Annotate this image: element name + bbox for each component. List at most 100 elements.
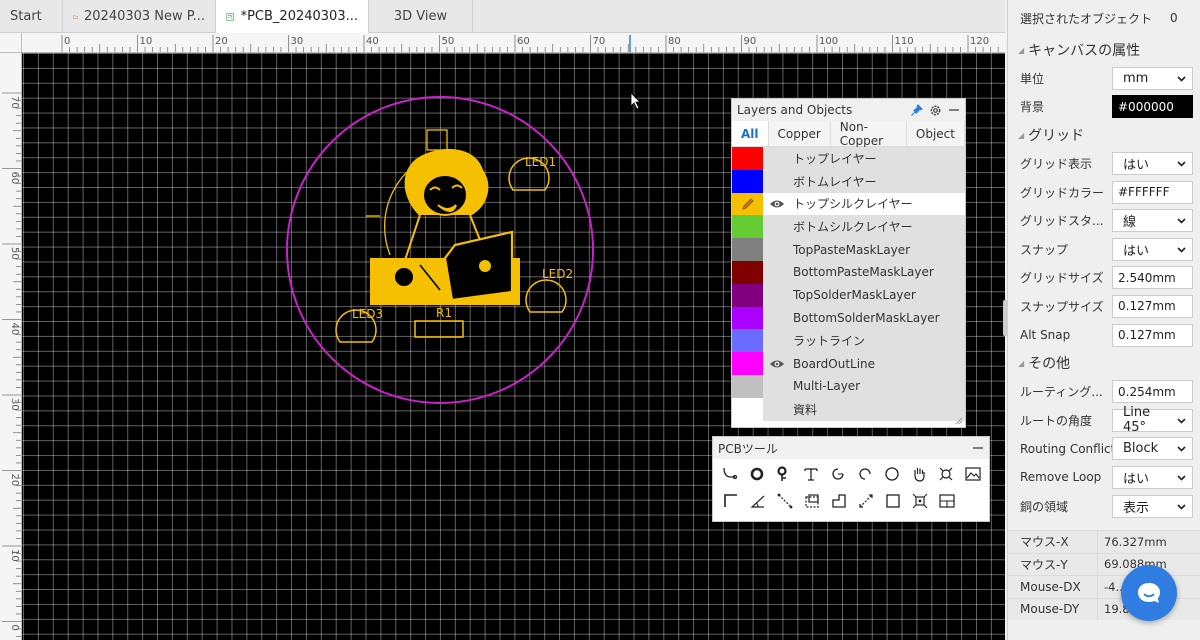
image-tool-button[interactable] xyxy=(962,462,983,486)
layer-visibility-toggle[interactable] xyxy=(763,147,791,170)
unit-select[interactable]: mm xyxy=(1112,66,1193,90)
copper-area-tool-button[interactable] xyxy=(801,489,822,513)
layer-row[interactable]: TopPasteMaskLayer xyxy=(732,238,965,261)
solid-region-tool-button[interactable] xyxy=(828,489,849,513)
layer-row[interactable]: BoardOutLine xyxy=(732,352,965,375)
via-tool-button[interactable] xyxy=(774,462,795,486)
layer-row[interactable]: トップシルクレイヤー xyxy=(732,192,965,216)
collapse-triangle-icon: ◢ xyxy=(1018,358,1025,368)
minimize-icon[interactable] xyxy=(972,442,984,454)
layer-color-swatch[interactable] xyxy=(732,215,763,239)
grid-style-select[interactable]: 線 xyxy=(1112,209,1193,233)
layer-visibility-toggle[interactable] xyxy=(763,375,791,398)
prop-label: Alt Snap xyxy=(1020,328,1071,343)
text-tool-button[interactable] xyxy=(801,462,822,486)
hand-tool-button[interactable] xyxy=(908,462,929,486)
layer-color-swatch[interactable] xyxy=(732,192,763,216)
layer-row[interactable]: BottomPasteMaskLayer xyxy=(732,260,965,284)
circle-tool-button[interactable] xyxy=(881,462,902,486)
layers-tab-object[interactable]: Object xyxy=(907,121,965,146)
grid-size-field[interactable]: 2.540mm xyxy=(1112,266,1193,290)
tab-3d-view[interactable]: 3D View xyxy=(369,0,473,33)
chat-button[interactable] xyxy=(1121,565,1177,621)
layer-color-swatch[interactable] xyxy=(732,169,763,193)
vertical-ruler[interactable]: 70 60 50 40 30 20 10 0 xyxy=(0,53,22,640)
layer-row[interactable]: BottomSolderMaskLayer xyxy=(732,306,965,330)
layer-color-swatch[interactable] xyxy=(732,306,763,330)
section-grid[interactable]: ◢ グリッド xyxy=(1008,121,1200,149)
tab-start[interactable]: Start xyxy=(0,0,63,33)
layer-row[interactable]: 資料 xyxy=(732,397,965,421)
pin-icon[interactable] xyxy=(910,103,923,117)
layers-tab-copper[interactable]: Copper xyxy=(769,121,831,146)
routing-conflict-select[interactable]: Block xyxy=(1112,437,1193,461)
arc2-tool-button[interactable] xyxy=(855,462,876,486)
layer-row[interactable]: トップレイヤー xyxy=(732,147,965,170)
layer-visibility-toggle[interactable] xyxy=(763,261,791,284)
layer-color-swatch[interactable] xyxy=(732,374,763,398)
corner-tool-button[interactable] xyxy=(720,489,741,513)
layer-visibility-toggle[interactable] xyxy=(763,170,791,193)
drill-tool-button[interactable] xyxy=(935,462,956,486)
gear-icon[interactable] xyxy=(929,104,942,117)
pad-tool-button[interactable] xyxy=(747,462,768,486)
copper-area-select[interactable]: 表示 xyxy=(1112,494,1193,518)
pcb-tools-header[interactable]: PCBツール xyxy=(713,437,989,459)
layer-visibility-toggle[interactable] xyxy=(763,238,791,261)
section-other[interactable]: ◢ その他 xyxy=(1008,349,1200,377)
measure-tool-button[interactable] xyxy=(855,489,876,513)
layer-visibility-toggle[interactable] xyxy=(763,284,791,307)
layer-color-swatch[interactable] xyxy=(732,260,763,284)
layer-row[interactable]: Multi-Layer xyxy=(732,374,965,398)
alt-snap-field[interactable]: 0.127mm xyxy=(1112,323,1193,347)
layer-visibility-toggle[interactable] xyxy=(763,398,791,421)
layer-visibility-toggle[interactable] xyxy=(763,215,791,238)
layer-visibility-toggle[interactable] xyxy=(763,329,791,352)
prop-label: グリッドスタ... xyxy=(1020,214,1104,229)
grid-show-select[interactable]: はい xyxy=(1112,151,1193,175)
rectangle-tool-button[interactable] xyxy=(882,489,903,513)
layer-visibility-toggle[interactable] xyxy=(763,307,791,330)
angle-tool-button[interactable] xyxy=(747,489,768,513)
section-title: その他 xyxy=(1028,356,1071,373)
layer-name: トップシルクレイヤー xyxy=(791,192,965,216)
grid-color-field[interactable]: #FFFFFF xyxy=(1112,180,1193,204)
tab-label: *PCB_20240303... xyxy=(240,9,358,24)
layer-visibility-toggle[interactable] xyxy=(763,352,791,375)
component-tool-button[interactable] xyxy=(909,489,930,513)
ruler-label: 10 xyxy=(140,36,153,47)
routing-width-field[interactable]: 0.254mm xyxy=(1112,380,1193,404)
layer-row[interactable]: ラットライン xyxy=(732,329,965,353)
track-tool-button[interactable] xyxy=(720,462,741,486)
layers-tab-all[interactable]: All xyxy=(732,121,769,146)
horizontal-ruler[interactable]: 0 10 20 30 40 50 60 70 80 90 100 110 120 xyxy=(22,33,1005,53)
layer-row[interactable]: TopSolderMaskLayer xyxy=(732,283,965,307)
mouse-coord-row: マウス-X 76.327mm xyxy=(1008,530,1200,553)
layer-color-swatch[interactable] xyxy=(732,352,763,375)
resize-grip-icon[interactable] xyxy=(953,415,963,425)
background-color-field[interactable]: #000000 xyxy=(1112,95,1193,119)
snap-size-field[interactable]: 0.127mm xyxy=(1112,294,1193,318)
section-canvas-attributes[interactable]: ◢ キャンバスの属性 xyxy=(1008,36,1200,64)
dimension-tool-button[interactable] xyxy=(774,489,795,513)
layer-row[interactable]: ボトムレイヤー xyxy=(732,169,965,193)
layers-panel-header[interactable]: Layers and Objects xyxy=(732,99,965,121)
layers-tab-non-copper[interactable]: Non-Copper xyxy=(831,120,907,148)
minimize-icon[interactable] xyxy=(948,104,960,116)
layers-panel[interactable]: Layers and Objects All Copper Non-Copper… xyxy=(731,98,966,428)
snap-select[interactable]: はい xyxy=(1112,237,1193,261)
layer-visibility-toggle[interactable] xyxy=(763,193,791,216)
remove-loop-select[interactable]: はい xyxy=(1112,465,1193,489)
pcb-tools-panel[interactable]: PCBツール xyxy=(712,436,990,522)
tab-pcb[interactable]: *PCB_20240303... xyxy=(216,0,369,33)
layer-color-swatch[interactable] xyxy=(732,397,763,421)
arc-tool-button[interactable] xyxy=(828,462,849,486)
layer-color-swatch[interactable] xyxy=(732,147,763,170)
tab-project[interactable]: 20240303 New P... xyxy=(63,0,216,33)
layer-row[interactable]: ボトムシルクレイヤー xyxy=(732,215,965,239)
layer-color-swatch[interactable] xyxy=(732,238,763,261)
layer-color-swatch[interactable] xyxy=(732,283,763,307)
route-angle-select[interactable]: Line 45° xyxy=(1112,405,1193,435)
layer-color-swatch[interactable] xyxy=(732,329,763,353)
table-tool-button[interactable] xyxy=(936,489,957,513)
